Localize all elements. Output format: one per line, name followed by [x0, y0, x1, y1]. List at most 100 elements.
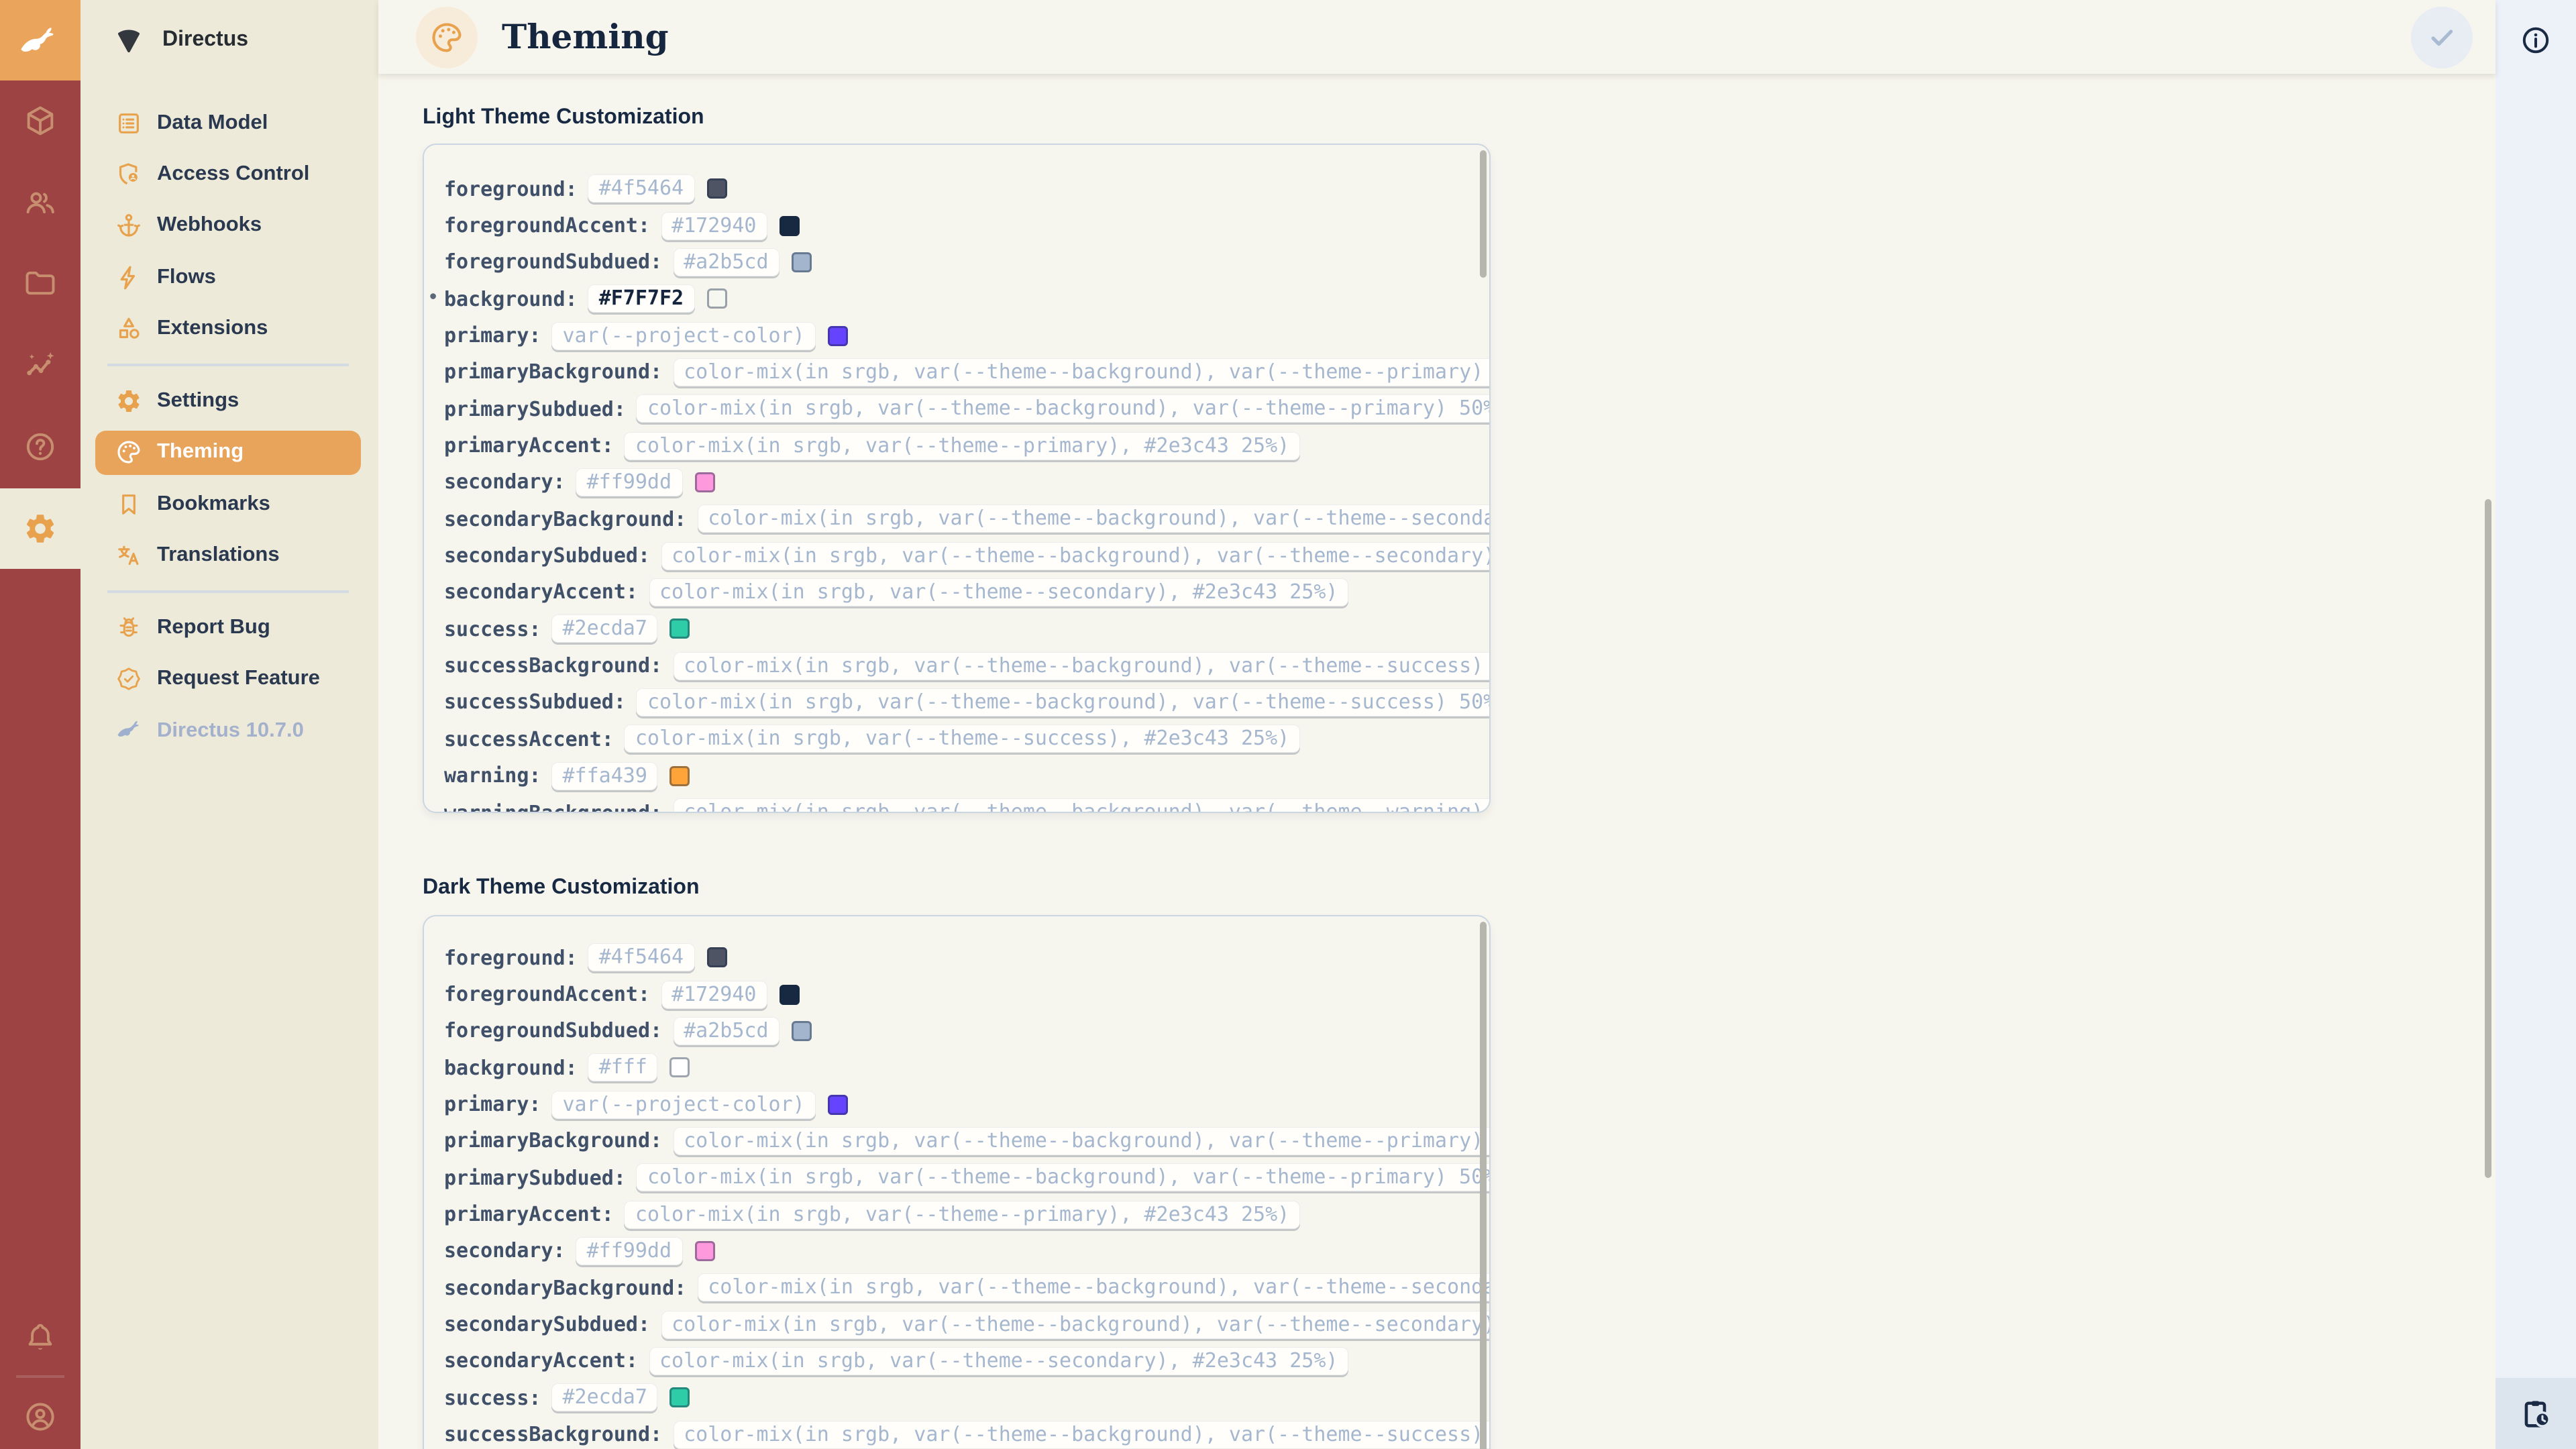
sidebar-item-bookmarks[interactable]: Bookmarks [95, 482, 361, 526]
sidebar-item-label: Access Control [157, 162, 309, 186]
field-key: success: [444, 1386, 541, 1410]
directus-logo-button[interactable] [0, 0, 80, 80]
field-value-input[interactable]: #172940 [661, 980, 767, 1008]
module-insights[interactable] [0, 325, 80, 405]
sidebar-item-theming[interactable]: Theming [95, 430, 361, 474]
field-value-input[interactable]: color-mix(in srgb, var(--theme--backgrou… [661, 1310, 1491, 1338]
field-value-input[interactable]: color-mix(in srgb, var(--theme--backgrou… [673, 798, 1491, 813]
color-swatch[interactable] [670, 1388, 690, 1408]
field-value-input[interactable]: color-mix(in srgb, var(--theme--backgrou… [637, 688, 1491, 716]
light-theme-editor: foreground:#4f5464foregroundAccent:#1729… [423, 144, 1491, 813]
theme-field-row: warning:#ffa439 [424, 757, 1489, 794]
color-swatch[interactable] [706, 288, 727, 309]
field-key: foreground: [444, 945, 578, 969]
field-value-input[interactable]: color-mix(in srgb, var(--theme--backgrou… [673, 358, 1491, 386]
rabbit-logo-icon [17, 23, 63, 58]
field-value-input[interactable]: var(--project-color) [552, 1090, 816, 1118]
palette-icon [115, 439, 142, 466]
field-value-input[interactable]: color-mix(in srgb, var(--theme--backgrou… [673, 651, 1491, 680]
theme-field-row: secondaryAccent:color-mix(in srgb, var(-… [424, 1343, 1489, 1380]
module-documentation[interactable] [0, 407, 80, 487]
field-value-input[interactable]: #2ecda7 [552, 1384, 658, 1412]
sidebar-item-flows[interactable]: Flows [95, 255, 361, 299]
field-key: secondaryBackground: [444, 507, 686, 531]
account-button[interactable] [0, 1377, 80, 1449]
sidebar-item-extensions[interactable]: Extensions [95, 306, 361, 350]
field-value-input[interactable]: #2ecda7 [552, 615, 658, 643]
color-swatch[interactable] [694, 472, 714, 492]
field-key: primary: [444, 1092, 541, 1116]
field-value-input[interactable]: #F7F7F2 [588, 284, 694, 313]
notifications-button[interactable] [0, 1297, 80, 1378]
sidebar-item-label: Translations [157, 543, 280, 567]
project-header[interactable]: Directus [80, 0, 378, 80]
field-value-input[interactable]: color-mix(in srgb, var(--theme--backgrou… [673, 1127, 1491, 1155]
color-swatch[interactable] [670, 1057, 690, 1077]
module-content[interactable] [0, 80, 80, 161]
right-sidebar-strip [2496, 0, 2576, 1449]
color-swatch[interactable] [694, 1241, 714, 1261]
sidebar-item-label: Theming [157, 440, 244, 464]
sidebar-item-request-feature[interactable]: Request Feature [95, 657, 361, 701]
field-value-input[interactable]: #a2b5cd [673, 248, 779, 276]
sidebar-item-translations[interactable]: Translations [95, 533, 361, 577]
color-swatch[interactable] [792, 252, 812, 272]
field-value-input[interactable]: #4f5464 [588, 943, 694, 971]
page-scrollbar[interactable] [2485, 499, 2491, 1178]
color-swatch[interactable] [670, 619, 690, 639]
field-value-input[interactable]: color-mix(in srgb, var(--theme--backgrou… [673, 1420, 1491, 1448]
sidebar-item-report-bug[interactable]: Report Bug [95, 605, 361, 649]
color-swatch[interactable] [706, 947, 727, 967]
module-file-library[interactable] [0, 243, 80, 323]
color-swatch[interactable] [792, 1021, 812, 1041]
color-swatch[interactable] [670, 765, 690, 786]
card-scrollbar[interactable] [1479, 150, 1486, 278]
save-button[interactable] [2411, 7, 2473, 68]
page-icon-button[interactable] [416, 7, 478, 68]
sidebar-item-label: Settings [157, 388, 239, 413]
field-value-input[interactable]: color-mix(in srgb, var(--theme--secondar… [649, 1347, 1348, 1375]
field-value-input[interactable]: color-mix(in srgb, var(--theme--primary)… [625, 431, 1300, 460]
color-swatch[interactable] [780, 984, 800, 1004]
theme-field-row: secondaryBackground:color-mix(in srgb, v… [424, 1269, 1489, 1306]
field-value-input[interactable]: color-mix(in srgb, var(--theme--backgrou… [637, 1163, 1491, 1191]
theme-field-row: successAccent:color-mix(in srgb, var(--t… [424, 720, 1489, 757]
card-scrollbar[interactable] [1479, 922, 1486, 1449]
module-user-directory[interactable] [0, 162, 80, 243]
main-content: Theming Light Theme Customization foregr… [378, 0, 2496, 1449]
field-value-input[interactable]: #ff99dd [576, 468, 682, 496]
module-settings[interactable] [0, 488, 80, 569]
field-value-input[interactable]: #a2b5cd [673, 1017, 779, 1045]
theme-field-row: foregroundAccent:#172940 [424, 976, 1489, 1013]
field-value-input[interactable]: color-mix(in srgb, var(--theme--success)… [625, 725, 1300, 753]
theme-field-row: primary: var(--project-color) [424, 1086, 1489, 1123]
field-key: primary: [444, 323, 541, 347]
field-value-input[interactable]: #172940 [661, 211, 767, 239]
field-value-input[interactable]: color-mix(in srgb, var(--theme--secondar… [649, 578, 1348, 606]
field-value-input[interactable]: color-mix(in srgb, var(--theme--backgrou… [637, 394, 1491, 423]
field-key: foregroundSubdued: [444, 250, 662, 274]
sidebar-item-access-control[interactable]: Access Control [95, 152, 361, 196]
sidebar-item-data-model[interactable]: Data Model [95, 101, 361, 145]
field-value-input[interactable]: #fff [588, 1053, 658, 1081]
color-swatch[interactable] [780, 215, 800, 235]
field-value-input[interactable]: color-mix(in srgb, var(--theme--backgrou… [697, 1274, 1491, 1302]
field-value-input[interactable]: #4f5464 [588, 174, 694, 203]
sidebar-item-settings[interactable]: Settings [95, 378, 361, 423]
field-value-input[interactable]: color-mix(in srgb, var(--theme--backgrou… [661, 541, 1491, 570]
field-value-input[interactable]: color-mix(in srgb, var(--theme--primary)… [625, 1200, 1300, 1228]
field-value-input[interactable]: #ffa439 [552, 761, 658, 790]
field-value-input[interactable]: var(--project-color) [552, 321, 816, 350]
folder-icon [23, 266, 58, 301]
field-value-input[interactable]: #ff99dd [576, 1237, 682, 1265]
theme-field-row: primaryBackground:color-mix(in srgb, var… [424, 1122, 1489, 1159]
color-swatch[interactable] [828, 1094, 848, 1114]
field-value-input[interactable]: color-mix(in srgb, var(--theme--backgrou… [697, 505, 1491, 533]
revisions-button[interactable] [2496, 1378, 2576, 1449]
color-swatch[interactable] [828, 325, 848, 345]
field-key: successBackground: [444, 653, 662, 678]
color-swatch[interactable] [706, 178, 727, 199]
info-button[interactable] [2496, 0, 2576, 80]
sidebar-item-webhooks[interactable]: Webhooks [95, 203, 361, 247]
gear-icon [23, 511, 58, 546]
